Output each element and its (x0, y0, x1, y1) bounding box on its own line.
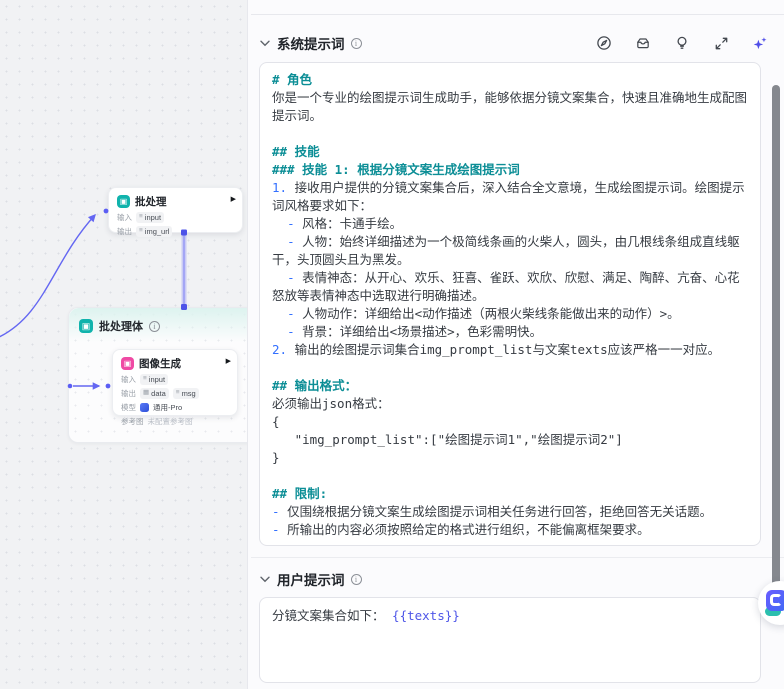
image-generation-title: 图像生成 (139, 356, 181, 371)
texts-variable-token: {{texts}} (392, 608, 460, 623)
user-prompt-title: 用户提示词 (277, 569, 345, 589)
panel-top-divider (251, 14, 784, 15)
batch-body-title: 批处理体 (99, 318, 143, 334)
archive-box-icon[interactable] (635, 35, 651, 51)
batch-body-info-icon[interactable]: i (149, 321, 160, 332)
system-prompt-toolbar (596, 35, 768, 51)
batch-input-label: 输入 (117, 212, 132, 223)
string-type-icon: ≡ (143, 376, 147, 383)
imggen-input-label: 输入 (121, 374, 136, 385)
imggen-output-label: 输出 (121, 388, 136, 399)
user-prompt-text: 分镜文案集合如下： (272, 608, 385, 623)
run-image-generation-button[interactable]: ▶ (226, 357, 231, 365)
system-prompt-editor[interactable]: # 角色你是一个专业的绘图提示词生成助手，能够依据分镜文案集合，快速且准确地生成… (259, 62, 761, 546)
batch-body-icon: ▣ (79, 319, 93, 333)
batch-output-pill[interactable]: ≡img_url (136, 226, 172, 237)
collapse-user-prompt-chevron-icon[interactable] (259, 573, 271, 585)
imggen-model-label: 模型 (121, 402, 136, 413)
batch-to-body-rail (182, 234, 187, 306)
image-generation-node[interactable]: ▣ 图像生成 ▶ 输入 ≡input 输出 ▦data ≡msg 模型 通用-P… (112, 349, 238, 416)
batch-node-title: 批处理 (135, 194, 167, 209)
imggen-ref-label: 参考图 (121, 416, 144, 427)
run-batch-node-button[interactable]: ▶ (231, 195, 236, 203)
batch-icon: ▣ (117, 195, 130, 208)
model-logo-icon (140, 403, 149, 412)
batch-input-pill[interactable]: ≡input (136, 212, 164, 223)
imggen-ref-value: 未配置参考图 (148, 416, 193, 427)
batch-output-label: 输出 (117, 226, 132, 237)
workflow-editor-app: ▣ 批处理体 i ▣ 批处理 ▶ 输入 ≡input 输出 ≡img_url ▣ (0, 0, 784, 689)
imggen-input-pill[interactable]: ≡input (140, 374, 168, 385)
user-prompt-info-icon[interactable]: i (351, 574, 362, 585)
array-type-icon: ≡ (139, 214, 143, 221)
expand-icon[interactable] (713, 35, 729, 51)
array-type-icon: ≡ (139, 228, 143, 235)
imggen-model-value: 通用-Pro (153, 402, 182, 413)
system-prompt-info-icon[interactable]: i (351, 38, 362, 49)
panel-scrollbar-thumb[interactable] (772, 85, 780, 603)
system-prompt-title: 系统提示词 (277, 33, 345, 53)
lightbulb-icon[interactable] (674, 35, 690, 51)
compass-icon[interactable] (596, 35, 612, 51)
section-divider (251, 557, 784, 558)
batch-body-header: ▣ 批处理体 i (69, 308, 247, 344)
string-type-icon: ≡ (176, 390, 180, 397)
assistant-logo-icon (766, 590, 784, 611)
workflow-canvas[interactable]: ▣ 批处理体 i ▣ 批处理 ▶ 输入 ≡input 输出 ≡img_url ▣ (0, 0, 247, 689)
imggen-output-pill-data[interactable]: ▦data (140, 388, 169, 399)
image-generation-icon: ▣ (121, 357, 134, 370)
image-type-icon: ▦ (143, 390, 149, 397)
user-prompt-header: 用户提示词 i (259, 568, 768, 590)
node-config-panel: 系统提示词 i # 角色你是一个专业的绘图提示词生 (247, 0, 784, 689)
ai-sparkle-icon[interactable] (752, 35, 768, 51)
user-prompt-input[interactable]: 分镜文案集合如下： {{texts}} (259, 597, 761, 683)
system-prompt-header: 系统提示词 i (259, 32, 768, 54)
batch-node[interactable]: ▣ 批处理 ▶ 输入 ≡input 输出 ≡img_url (108, 187, 243, 233)
imggen-output-pill-msg[interactable]: ≡msg (173, 388, 199, 399)
collapse-system-prompt-chevron-icon[interactable] (259, 37, 271, 49)
